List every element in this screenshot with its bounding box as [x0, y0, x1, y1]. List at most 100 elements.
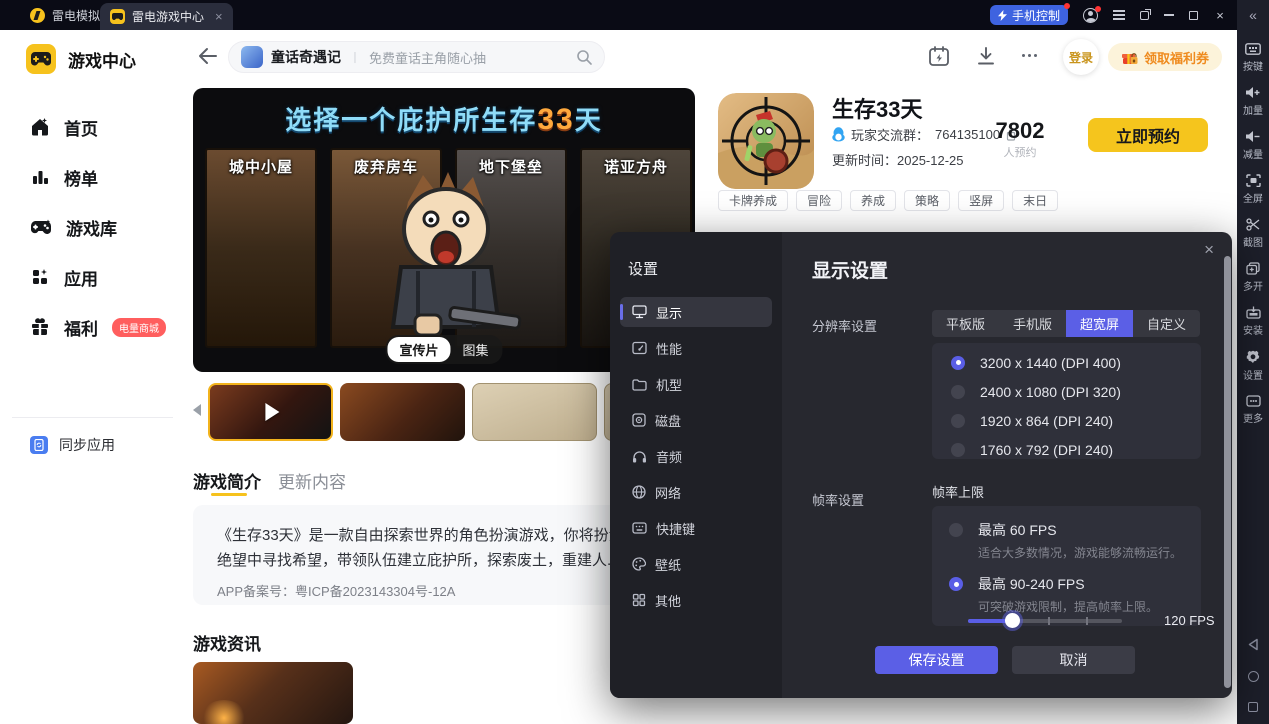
tab-game-center-label: 雷电游戏中心 — [132, 8, 204, 25]
performance-gauge-icon — [632, 341, 647, 355]
account-avatar[interactable] — [1083, 8, 1098, 23]
tag[interactable]: 卡牌养成 — [718, 190, 788, 211]
radio-selected-icon — [949, 577, 963, 591]
tab-game-intro[interactable]: 游戏简介 — [193, 468, 261, 493]
res-tab-phone[interactable]: 手机版 — [999, 310, 1066, 337]
media-tab-gallery[interactable]: 图集 — [451, 337, 501, 362]
fps-limit-header: 帧率上限 — [932, 482, 984, 501]
fps-slider[interactable]: 120 FPS — [968, 613, 1122, 627]
tab-update-content[interactable]: 更新内容 — [278, 468, 346, 493]
res-tab-custom[interactable]: 自定义 — [1133, 310, 1200, 337]
resolution-option[interactable]: 1920 x 864 (DPI 240) — [932, 406, 1201, 435]
restore-icon[interactable] — [1140, 11, 1149, 20]
minimize-icon[interactable] — [1164, 14, 1174, 16]
news-article-thumbnail[interactable] — [193, 662, 353, 724]
image-thumbnail[interactable] — [472, 383, 597, 441]
menu-icon[interactable] — [1113, 14, 1125, 16]
maximize-icon[interactable] — [1189, 11, 1198, 20]
tag[interactable]: 养成 — [850, 190, 896, 211]
settings-nav-audio[interactable]: 音频 — [620, 441, 772, 471]
calendar-events-button[interactable] — [928, 45, 950, 67]
slider-tick — [1048, 617, 1050, 625]
game-title: 生存33天 — [832, 92, 922, 124]
settings-nav-device-model[interactable]: 机型 — [620, 369, 772, 399]
fps-section-label: 帧率设置 — [812, 490, 864, 509]
toolbar-apk-install-button[interactable]: 安装 — [1243, 306, 1263, 337]
coupon-button[interactable]: 领取福利券 — [1108, 43, 1222, 71]
back-button[interactable] — [198, 47, 218, 65]
page-scrollbar[interactable] — [1224, 256, 1231, 688]
slider-handle[interactable] — [1005, 613, 1020, 628]
sidebar-item-home[interactable]: 首页 — [0, 102, 185, 152]
banner-media-toggle: 宣传片 图集 — [385, 335, 502, 364]
android-recent-icon[interactable] — [1248, 702, 1258, 712]
collapse-toolbar-icon[interactable]: « — [1249, 0, 1257, 30]
toolbar-multi-instance-button[interactable]: 多开 — [1243, 262, 1263, 293]
resolution-option[interactable]: 1760 x 792 (DPI 240) — [932, 435, 1201, 464]
settings-nav-other[interactable]: 其他 — [620, 585, 772, 615]
active-tab-underline — [211, 493, 247, 496]
resolution-tabs: 平板版 手机版 超宽屏 自定义 — [932, 310, 1200, 337]
search-icon[interactable] — [576, 49, 592, 65]
settings-nav-wallpaper[interactable]: 壁纸 — [620, 549, 772, 579]
media-tab-trailer[interactable]: 宣传片 — [387, 337, 450, 362]
fps-option[interactable]: 最高 60 FPS — [949, 520, 1201, 540]
sidebar-sync-apps[interactable]: 同步应用 — [30, 435, 115, 455]
android-home-icon[interactable] — [1248, 671, 1259, 682]
home-icon — [30, 117, 50, 137]
sidebar-item-welfare[interactable]: 福利 电量商城 — [0, 302, 185, 352]
volume-up-icon — [1245, 86, 1261, 99]
thumbnails-prev-arrow[interactable] — [193, 404, 201, 416]
notification-dot — [1095, 6, 1101, 12]
reserve-now-button[interactable]: 立即预约 — [1088, 118, 1208, 152]
lightning-icon — [998, 10, 1007, 21]
toolbar-settings-button[interactable]: 设置 — [1243, 350, 1263, 382]
settings-nav-hotkeys[interactable]: 快捷键 — [620, 513, 772, 543]
save-settings-button[interactable]: 保存设置 — [875, 646, 998, 674]
toolbar-more-button[interactable]: 更多 — [1243, 395, 1263, 425]
toolbar-volume-down-button[interactable]: 减量 — [1243, 130, 1263, 161]
fps-option[interactable]: 最高 90-240 FPS — [949, 574, 1201, 594]
res-tab-tablet[interactable]: 平板版 — [932, 310, 999, 337]
cancel-button[interactable]: 取消 — [1012, 646, 1135, 674]
sidebar-item-apps[interactable]: 应用 — [0, 252, 185, 302]
tag[interactable]: 策略 — [904, 190, 950, 211]
settings-nav-disk[interactable]: 磁盘 — [620, 405, 772, 435]
tab-game-center[interactable]: 雷电游戏中心 × — [100, 3, 233, 30]
dialog-close-icon[interactable]: × — [1204, 240, 1214, 260]
sync-apps-icon — [30, 436, 48, 454]
toolbar-volume-up-button[interactable]: 加量 — [1243, 86, 1263, 117]
close-window-icon[interactable]: × — [1213, 8, 1227, 23]
apps-grid-icon — [30, 267, 50, 287]
toolbar-fullscreen-button[interactable]: 全屏 — [1243, 174, 1263, 205]
resolution-option[interactable]: 2400 x 1080 (DPI 320) — [932, 377, 1201, 406]
phone-control-button[interactable]: 手机控制 — [990, 5, 1068, 25]
banner-title: 选择一个庇护所生存33天 — [193, 100, 695, 137]
tag[interactable]: 竖屏 — [958, 190, 1004, 211]
sidebar-item-rankings[interactable]: 榜单 — [0, 152, 185, 202]
close-tab-icon[interactable]: × — [215, 9, 223, 24]
image-thumbnail[interactable] — [340, 383, 465, 441]
toolbar-keymap-button[interactable]: 按键 — [1243, 43, 1263, 73]
settings-nav-performance[interactable]: 性能 — [620, 333, 772, 363]
more-options-button[interactable] — [1022, 54, 1037, 57]
fullscreen-icon — [1246, 174, 1261, 187]
sidebar: 游戏中心 首页 榜单 游戏库 应用 福利 电量商城 同步应用 — [0, 30, 185, 724]
res-tab-ultrawide[interactable]: 超宽屏 — [1066, 310, 1133, 337]
resolution-option[interactable]: 3200 x 1440 (DPI 400) — [932, 348, 1201, 377]
android-back-icon[interactable] — [1247, 638, 1259, 651]
game-icon — [718, 93, 814, 189]
settings-nav: 设置 显示 性能 机型 磁盘 音频 网络 快捷键 — [610, 232, 782, 698]
tag[interactable]: 冒险 — [796, 190, 842, 211]
tag[interactable]: 末日 — [1012, 190, 1058, 211]
login-button[interactable]: 登录 — [1063, 39, 1099, 75]
settings-nav-display[interactable]: 显示 — [620, 297, 772, 327]
settings-nav-network[interactable]: 网络 — [620, 477, 772, 507]
video-thumbnail[interactable] — [208, 383, 333, 441]
toolbar-screenshot-button[interactable]: 截图 — [1243, 218, 1263, 249]
sidebar-item-game-library[interactable]: 游戏库 — [0, 202, 185, 252]
resolution-section-label: 分辨率设置 — [812, 316, 877, 335]
radio-selected-icon — [951, 356, 965, 370]
download-button[interactable] — [976, 46, 996, 66]
search-bar[interactable]: 童话奇遇记 丨 免费童话主角随心抽 — [228, 41, 605, 73]
